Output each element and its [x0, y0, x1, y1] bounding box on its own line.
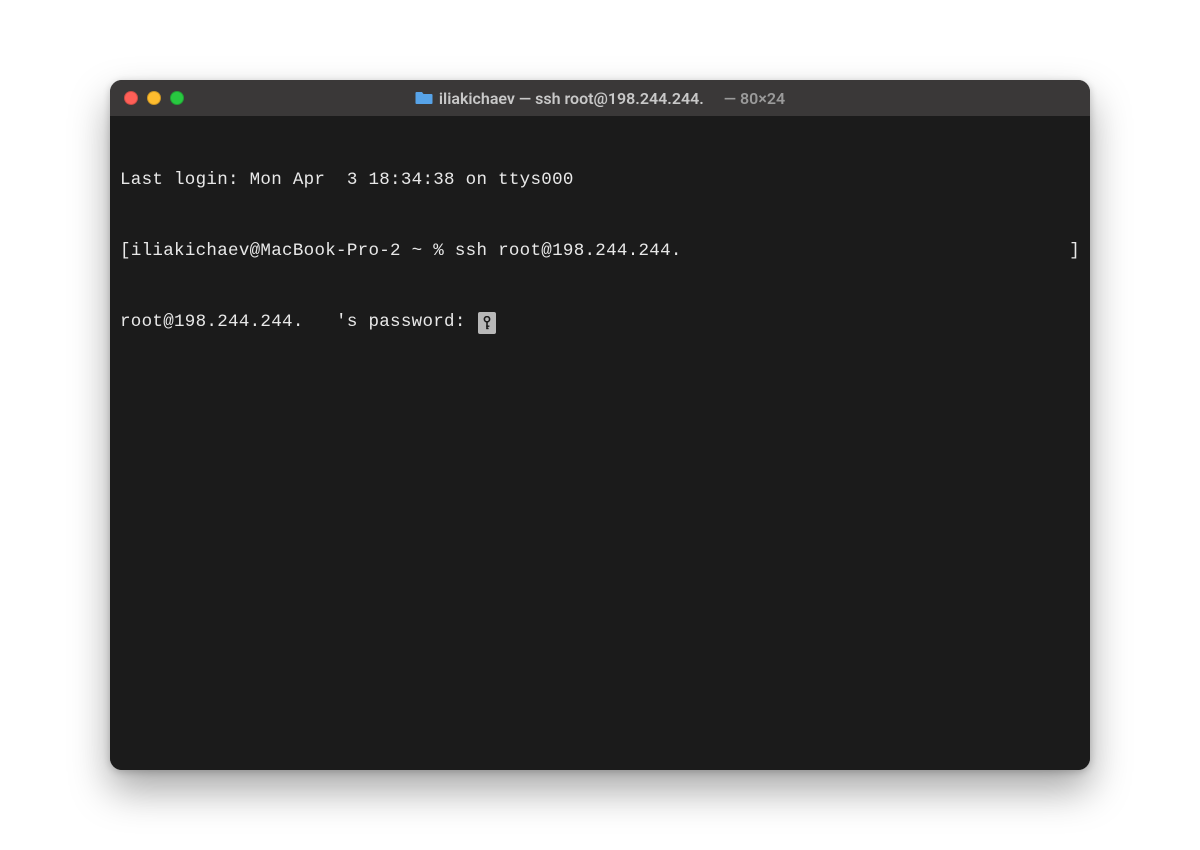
folder-icon [415, 91, 433, 105]
password-prompt-text: root@198.244.244. 's password: [120, 311, 476, 335]
prompt-bracket-close: ] [1069, 240, 1080, 264]
window-title-dimensions: — 80×24 [724, 89, 785, 108]
close-button[interactable] [124, 91, 138, 105]
key-icon [478, 312, 496, 334]
titlebar[interactable]: iliakichaev — ssh root@198.244.244. — 80… [110, 80, 1090, 116]
prompt-bracket-open: [ [120, 241, 131, 261]
prompt-command: ssh root@198.244.244. [455, 241, 682, 261]
minimize-button[interactable] [147, 91, 161, 105]
traffic-lights [124, 91, 184, 105]
prompt-user-host: iliakichaev@MacBook-Pro-2 ~ % [131, 241, 455, 261]
password-prompt-line: root@198.244.244. 's password: [120, 311, 1080, 335]
window-title-text: iliakichaev — ssh root@198.244.244. [439, 89, 704, 108]
window-title: iliakichaev — ssh root@198.244.244. — 80… [110, 89, 1090, 108]
prompt-line: [iliakichaev@MacBook-Pro-2 ~ % ssh root@… [120, 240, 1080, 264]
maximize-button[interactable] [170, 91, 184, 105]
terminal-body[interactable]: Last login: Mon Apr 3 18:34:38 on ttys00… [110, 116, 1090, 770]
last-login-line: Last login: Mon Apr 3 18:34:38 on ttys00… [120, 169, 1080, 193]
terminal-window: iliakichaev — ssh root@198.244.244. — 80… [110, 80, 1090, 770]
